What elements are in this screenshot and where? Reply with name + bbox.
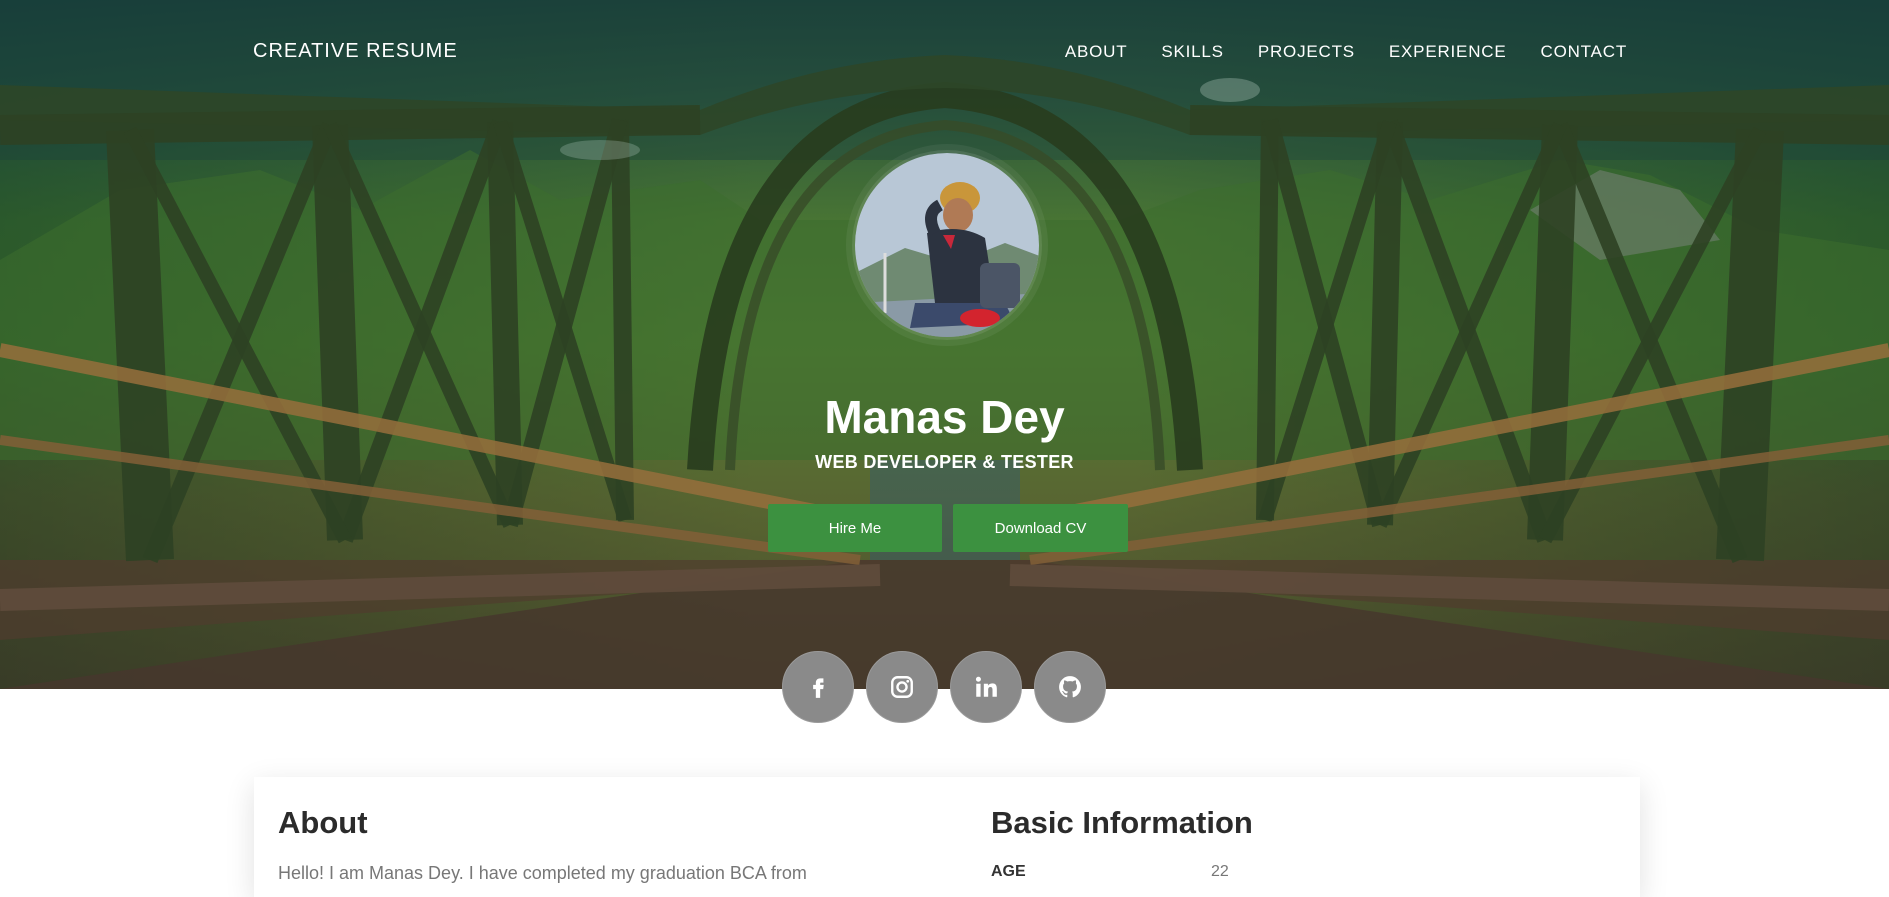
nav-about[interactable]: ABOUT [1065,42,1128,62]
facebook-link[interactable] [782,651,854,723]
info-value-age: 22 [1211,863,1229,880]
hire-me-button[interactable]: Hire Me [768,504,942,552]
about-card: About Hello! I am Manas Dey. I have comp… [254,777,1640,897]
github-link[interactable] [1034,651,1106,723]
main-nav: ABOUT SKILLS PROJECTS EXPERIENCE CONTACT [1065,42,1627,62]
instagram-link[interactable] [866,651,938,723]
profile-role: WEB DEVELOPER & TESTER [815,452,1074,472]
profile-photo [855,153,1039,337]
hero-section: CREATIVE RESUME ABOUT SKILLS PROJECTS EX… [0,0,1889,689]
brand-logo[interactable]: CREATIVE RESUME [253,40,458,63]
social-links [782,651,1106,723]
profile-avatar [852,150,1042,340]
nav-skills[interactable]: SKILLS [1161,42,1223,62]
nav-projects[interactable]: PROJECTS [1258,42,1355,62]
facebook-icon [813,678,824,698]
github-icon [1059,676,1081,698]
bridge-background-image [0,0,1889,689]
linkedin-link[interactable] [950,651,1022,723]
about-text: Hello! I am Manas Dey. I have completed … [278,863,807,883]
info-label-age: AGE [991,863,1026,880]
nav-experience[interactable]: EXPERIENCE [1389,42,1507,62]
about-heading: About [278,805,368,840]
instagram-icon [891,676,913,698]
download-cv-button[interactable]: Download CV [953,504,1128,552]
profile-name: Manas Dey [824,391,1065,443]
linkedin-icon [975,676,997,697]
basic-info-heading: Basic Information [991,805,1253,840]
nav-contact[interactable]: CONTACT [1541,42,1628,62]
